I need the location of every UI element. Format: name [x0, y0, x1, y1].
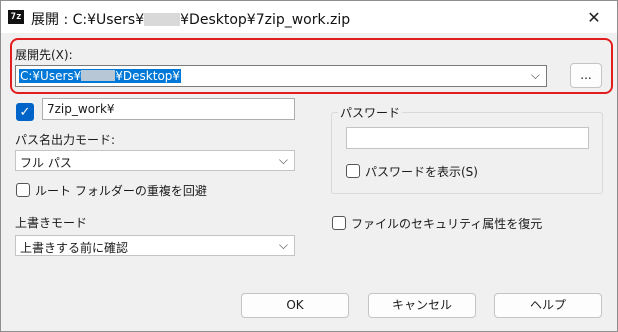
extract-to-suffix: ¥Desktop¥ [115, 69, 181, 83]
7zip-app-icon: 7z [8, 10, 24, 24]
eliminate-duplication-checkbox[interactable] [16, 183, 30, 197]
close-button[interactable]: ✕ [571, 1, 617, 33]
title-suffix: ¥Desktop¥7zip_work.zip [180, 12, 351, 28]
password-input[interactable] [346, 127, 589, 149]
extract-to-prefix: C:¥Users¥ [20, 69, 82, 83]
path-mode-select[interactable]: フル パス ⌵ [15, 150, 295, 171]
extract-to-combobox[interactable]: C:¥Users¥ ¥Desktop¥ ⌵ [15, 65, 547, 87]
chevron-down-icon[interactable]: ⌵ [531, 68, 540, 83]
chevron-down-icon: ⌵ [278, 238, 288, 252]
subfolder-name-input[interactable]: 7zip_work¥ [42, 98, 295, 120]
password-group-label: パスワード [338, 104, 403, 121]
restore-security-label[interactable]: ファイルのセキュリティ属性を復元 [351, 215, 542, 232]
extract-to-value: C:¥Users¥ ¥Desktop¥ [19, 69, 182, 83]
redacted-username [81, 70, 116, 81]
browse-button[interactable]: ... [570, 63, 602, 88]
overwrite-mode-select[interactable]: 上書きする前に確認 ⌵ [15, 235, 295, 256]
title-bar: 7z 展開 : C:¥Users¥ ¥Desktop¥7zip_work.zip … [1, 1, 617, 33]
help-button[interactable]: ヘルプ [494, 293, 602, 318]
path-mode-value: フル パス [20, 156, 72, 170]
subfolder-name-value: 7zip_work¥ [47, 102, 115, 116]
show-password-label[interactable]: パスワードを表示(S) [365, 163, 478, 180]
redacted-username [144, 13, 181, 26]
path-mode-label: パス名出力モード: [15, 133, 116, 147]
window-title: 展開 : C:¥Users¥ ¥Desktop¥7zip_work.zip [31, 9, 350, 29]
ok-button[interactable]: OK [241, 293, 349, 318]
extract-to-value-selected: C:¥Users¥ ¥Desktop¥ [19, 69, 182, 83]
chevron-down-icon: ⌵ [278, 153, 288, 167]
subfolder-checkbox[interactable]: ✓ [16, 103, 34, 121]
restore-security-checkbox[interactable] [332, 216, 346, 230]
close-icon: ✕ [587, 7, 601, 27]
extract-dialog: 7z 展開 : C:¥Users¥ ¥Desktop¥7zip_work.zip … [0, 0, 618, 332]
cancel-button[interactable]: キャンセル [368, 293, 476, 318]
overwrite-mode-value: 上書きする前に確認 [20, 241, 129, 255]
show-password-checkbox[interactable] [346, 164, 360, 178]
title-prefix: 展開 : C:¥Users¥ [31, 12, 145, 28]
password-group [331, 112, 603, 194]
eliminate-duplication-label[interactable]: ルート フォルダーの重複を回避 [35, 182, 207, 199]
checkmark-icon: ✓ [19, 105, 31, 120]
overwrite-mode-label: 上書きモード [15, 216, 88, 230]
extract-to-label: 展開先(X): [15, 48, 73, 62]
